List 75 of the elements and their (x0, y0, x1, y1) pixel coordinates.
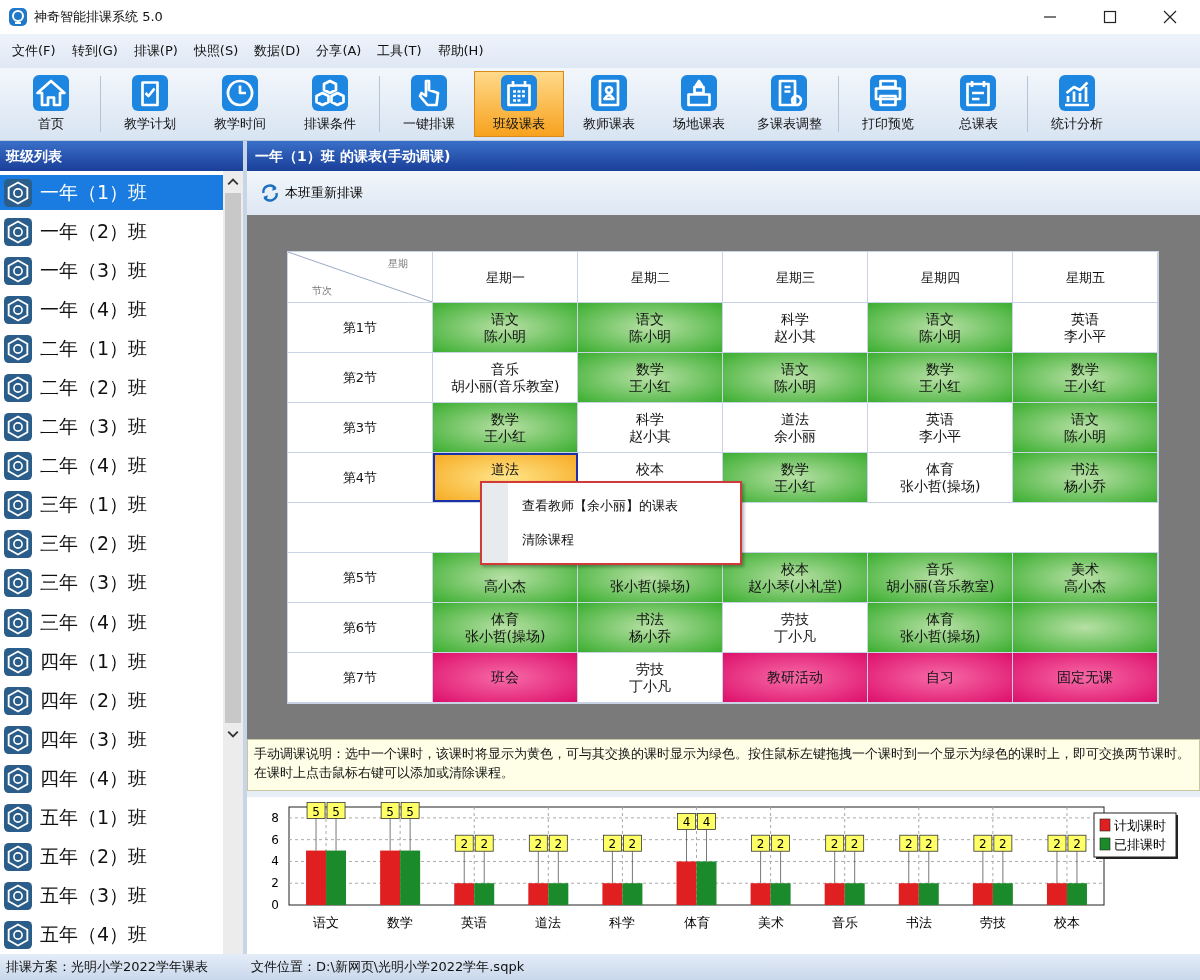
legend-label: 计划课时 (1114, 818, 1166, 833)
x-tick-label: 体育 (683, 915, 710, 930)
x-tick-label: 校本 (1053, 915, 1080, 930)
data-label: 2 (751, 834, 770, 852)
day-header-cell: 星期三 (723, 252, 868, 302)
day-header-cell: 星期一 (433, 252, 578, 302)
x-tick-label: 劳技 (979, 915, 1006, 930)
data-label: 2 (603, 834, 622, 852)
header-label: 节次 (312, 284, 332, 298)
data-label: 2 (850, 837, 859, 852)
data-label: 4 (697, 813, 716, 830)
data-label: 2 (776, 837, 785, 852)
data-label: 2 (830, 837, 839, 852)
x-tick-label: 科学 (609, 915, 636, 930)
data-label: 2 (528, 834, 548, 852)
legend-label: 已排课时 (1114, 837, 1166, 852)
y-tick-label: 8 (271, 810, 279, 825)
data-label: 2 (924, 837, 933, 852)
data-label: 5 (380, 802, 400, 819)
data-label: 5 (306, 802, 326, 819)
data-label: 2 (548, 834, 568, 852)
data-label: 2 (756, 837, 765, 852)
data-label: 5 (386, 804, 394, 819)
panel-header: 一年（1）班 的课表(手动调课) (247, 141, 1200, 171)
day-header-cell: 星期四 (868, 252, 1013, 302)
data-label: 4 (682, 815, 691, 830)
data-label: 2 (534, 837, 543, 852)
data-label: 2 (904, 837, 913, 852)
x-tick-label: 数学 (387, 915, 414, 930)
data-label: 2 (825, 834, 845, 852)
status-text: 排课方案：光明小学2022学年课表 (5, 958, 210, 976)
x-tick-label: 道法 (535, 915, 562, 930)
x-tick-label: 英语 (461, 915, 488, 930)
data-label: 4 (702, 815, 711, 830)
data-label: 2 (899, 834, 919, 852)
data-label: 2 (993, 834, 1013, 852)
window-title: 神奇智能排课系统 5.0 (34, 8, 163, 26)
header-label: 星期 (388, 257, 408, 271)
panel-header: 班级列表 (0, 141, 243, 171)
data-label: 2 (771, 834, 790, 852)
data-label: 2 (480, 837, 489, 852)
data-label: 5 (326, 802, 346, 819)
y-tick-label: 2 (271, 876, 279, 891)
status-text: 文件位置：D:\新网页\光明小学2022学年.sqpk (250, 958, 525, 976)
data-label: 4 (677, 813, 696, 830)
y-tick-label: 6 (271, 832, 279, 847)
data-label: 5 (312, 804, 320, 819)
x-tick-label: 美术 (757, 915, 784, 930)
data-label: 2 (979, 837, 987, 852)
data-label: 2 (554, 837, 563, 852)
data-label: 2 (1067, 834, 1087, 852)
data-label: 2 (623, 834, 642, 852)
data-label: 5 (406, 804, 414, 819)
data-label: 2 (999, 837, 1007, 852)
data-label: 2 (454, 834, 474, 852)
data-label: 2 (474, 834, 494, 852)
data-label: 2 (460, 837, 469, 852)
instructions-text: 手动调课说明：选中一个课时，该课时将显示为黄色，可与其交换的课时显示为绿色。按住鼠标左键拖拽一个课时到一个显示为绿色的课时上，即可交换两节课时。在课时上点击鼠标右键可以添加或清除课程。 (247, 739, 1200, 791)
data-label: 5 (332, 804, 340, 819)
data-label: 2 (1053, 837, 1061, 852)
day-header-cell: 星期五 (1013, 252, 1158, 302)
data-label: 2 (845, 834, 865, 852)
data-label: 2 (919, 834, 939, 852)
data-label: 2 (628, 837, 637, 852)
data-label: 2 (973, 834, 993, 852)
y-tick-label: 0 (271, 898, 279, 912)
y-tick-label: 4 (271, 854, 279, 869)
x-tick-label: 语文 (313, 915, 340, 930)
data-label: 2 (1047, 834, 1067, 852)
day-header-cell: 星期二 (578, 252, 723, 302)
data-label: 2 (608, 837, 617, 852)
x-tick-label: 音乐 (831, 915, 858, 930)
x-tick-label: 书法 (905, 915, 932, 930)
data-label: 5 (400, 802, 420, 819)
data-label: 2 (1073, 837, 1081, 852)
